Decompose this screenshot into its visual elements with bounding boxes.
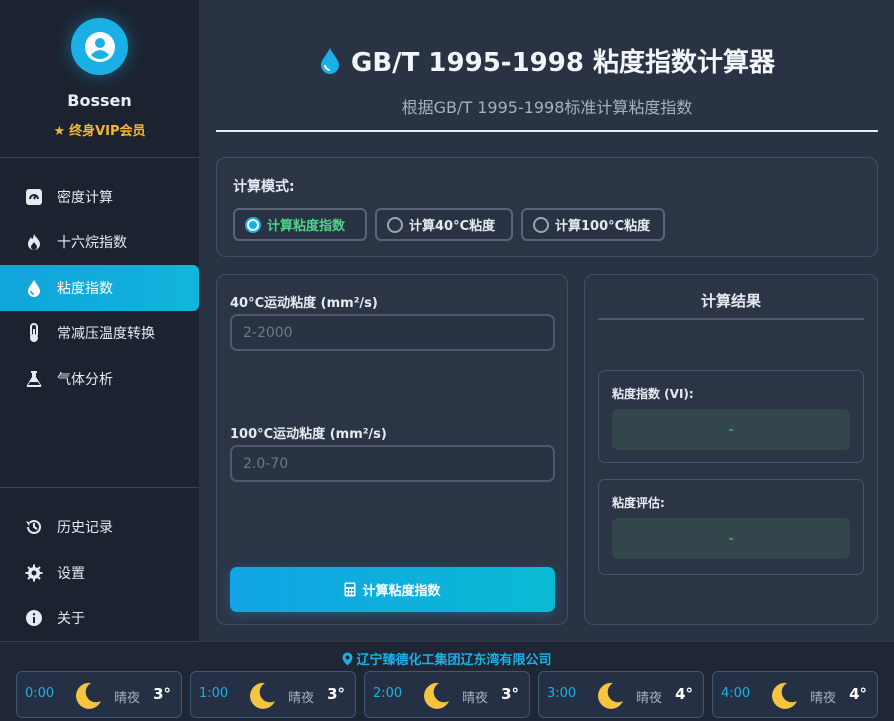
thermometer-icon — [24, 323, 44, 343]
moon-icon — [424, 682, 449, 709]
forecast-time: 2:00 — [373, 686, 403, 701]
hourly-forecast-card: 0:00 晴夜 3° — [16, 671, 182, 718]
vip-badge: ★ 终身VIP会员 — [0, 120, 199, 139]
input-panel: 40°C运动粘度 (mm²/s) 100°C运动粘度 (mm²/s) 计算粘度指… — [216, 274, 568, 625]
sidebar-item-label: 常减压温度转换 — [57, 326, 155, 342]
sidebar-item-temperature-conversion[interactable]: 常减压温度转换 — [0, 310, 199, 356]
mode-option-v100[interactable]: 计算100°C粘度 — [521, 208, 665, 241]
moon-icon — [250, 682, 275, 709]
flask-icon — [24, 369, 44, 389]
forecast-temp: 3° — [153, 685, 171, 703]
mode-option-label: 计算100°C粘度 — [555, 219, 651, 234]
vi-result-value: - — [612, 409, 850, 450]
forecast-time: 3:00 — [547, 686, 577, 701]
v40-label: 40°C运动粘度 (mm²/s) — [230, 296, 378, 311]
vi-result-label: 粘度指数 (VI): — [612, 387, 694, 401]
user-icon — [84, 31, 115, 62]
hourly-forecast-card: 1:00 晴夜 3° — [190, 671, 356, 718]
forecast-weather: 晴夜 — [636, 691, 663, 706]
forecast-temp: 3° — [327, 685, 345, 703]
sidebar-item-history[interactable]: 历史记录 — [0, 504, 199, 550]
result-title: 计算结果 — [700, 292, 761, 310]
vi-result-box: 粘度指数 (VI): - — [598, 370, 864, 463]
sidebar-item-viscosity[interactable]: 粘度指数 — [0, 265, 199, 311]
info-icon — [24, 608, 44, 628]
eval-result-label: 粘度评估: — [612, 496, 665, 510]
v100-input[interactable] — [230, 445, 555, 482]
radio-unchecked-icon — [387, 216, 403, 233]
sidebar: Bossen ★ 终身VIP会员 密度计算 十六烷指数 粘度指数 常减压温度转换 … — [0, 0, 199, 641]
forecast-time: 0:00 — [25, 686, 55, 701]
calculate-button-label: 计算粘度指数 — [362, 583, 441, 598]
forecast-weather: 晴夜 — [462, 691, 489, 706]
vip-badge-label: 终身VIP会员 — [69, 124, 146, 139]
sidebar-item-label: 设置 — [57, 566, 85, 582]
history-icon — [24, 517, 44, 537]
sidebar-divider — [0, 157, 199, 158]
username: Bossen — [67, 91, 132, 110]
mode-option-label: 计算40°C粘度 — [409, 219, 496, 234]
sidebar-item-label: 历史记录 — [57, 520, 113, 536]
company-location: 辽宁臻德化工集团辽东湾有限公司 — [0, 649, 894, 668]
moon-icon — [598, 682, 623, 709]
gauge-icon — [24, 187, 44, 207]
mode-label: 计算模式: — [233, 179, 295, 195]
mode-option-vi[interactable]: 计算粘度指数 — [233, 208, 367, 241]
forecast-time: 4:00 — [721, 686, 751, 701]
company-name: 辽宁臻德化工集团辽东湾有限公司 — [356, 653, 552, 668]
sidebar-item-settings[interactable]: 设置 — [0, 550, 199, 596]
weather-footer: 辽宁臻德化工集团辽东湾有限公司 0:00 晴夜 3° 1:00 晴夜 3° 2:… — [0, 641, 894, 721]
moon-icon — [772, 682, 797, 709]
star-icon: ★ — [53, 124, 66, 139]
sidebar-divider — [0, 487, 199, 488]
v100-label: 100°C运动粘度 (mm²/s) — [230, 427, 387, 442]
result-panel: 计算结果 粘度指数 (VI): - 粘度评估: - — [584, 274, 878, 625]
location-pin-icon — [342, 652, 353, 665]
eval-result-value: - — [612, 518, 850, 559]
forecast-temp: 3° — [501, 685, 519, 703]
result-divider — [598, 318, 864, 320]
sidebar-item-density[interactable]: 密度计算 — [0, 174, 199, 220]
radio-unchecked-icon — [533, 216, 549, 233]
hourly-forecast-card: 2:00 晴夜 3° — [364, 671, 530, 718]
sidebar-item-about[interactable]: 关于 — [0, 595, 199, 641]
forecast-weather: 晴夜 — [288, 691, 315, 706]
droplet-icon — [24, 278, 44, 298]
v40-input[interactable] — [230, 314, 555, 351]
forecast-temp: 4° — [675, 685, 693, 703]
droplet-icon — [320, 47, 339, 74]
hourly-forecast-card: 3:00 晴夜 4° — [538, 671, 704, 718]
forecast-weather: 晴夜 — [810, 691, 837, 706]
moon-icon — [76, 682, 101, 709]
forecast-time: 1:00 — [199, 686, 229, 701]
sidebar-item-label: 粘度指数 — [57, 281, 113, 297]
hourly-forecast-card: 4:00 晴夜 4° — [712, 671, 878, 718]
mode-option-label: 计算粘度指数 — [267, 219, 346, 234]
title-divider — [216, 130, 878, 132]
forecast-temp: 4° — [849, 685, 867, 703]
gear-icon — [24, 563, 44, 583]
mode-option-v40[interactable]: 计算40°C粘度 — [375, 208, 513, 241]
forecast-weather: 晴夜 — [114, 691, 141, 706]
page-title: GB/T 1995-1998 粘度指数计算器 — [216, 42, 878, 79]
calculate-button[interactable]: 计算粘度指数 — [230, 567, 555, 612]
sidebar-item-cetane[interactable]: 十六烷指数 — [0, 219, 199, 265]
sidebar-item-label: 关于 — [57, 611, 85, 627]
radio-checked-icon — [245, 216, 261, 233]
page-subtitle: 根据GB/T 1995-1998标准计算粘度指数 — [401, 98, 693, 117]
fire-icon — [24, 232, 44, 252]
page-title-text: GB/T 1995-1998 粘度指数计算器 — [350, 48, 775, 78]
sidebar-item-label: 气体分析 — [57, 372, 113, 388]
avatar[interactable] — [71, 18, 128, 75]
calculator-icon — [344, 582, 356, 597]
sidebar-item-gas-analysis[interactable]: 气体分析 — [0, 356, 199, 402]
eval-result-box: 粘度评估: - — [598, 479, 864, 575]
sidebar-item-label: 十六烷指数 — [57, 235, 127, 251]
sidebar-item-label: 密度计算 — [57, 190, 113, 206]
mode-panel: 计算模式: 计算粘度指数 计算40°C粘度 计算100°C粘度 — [216, 157, 878, 257]
